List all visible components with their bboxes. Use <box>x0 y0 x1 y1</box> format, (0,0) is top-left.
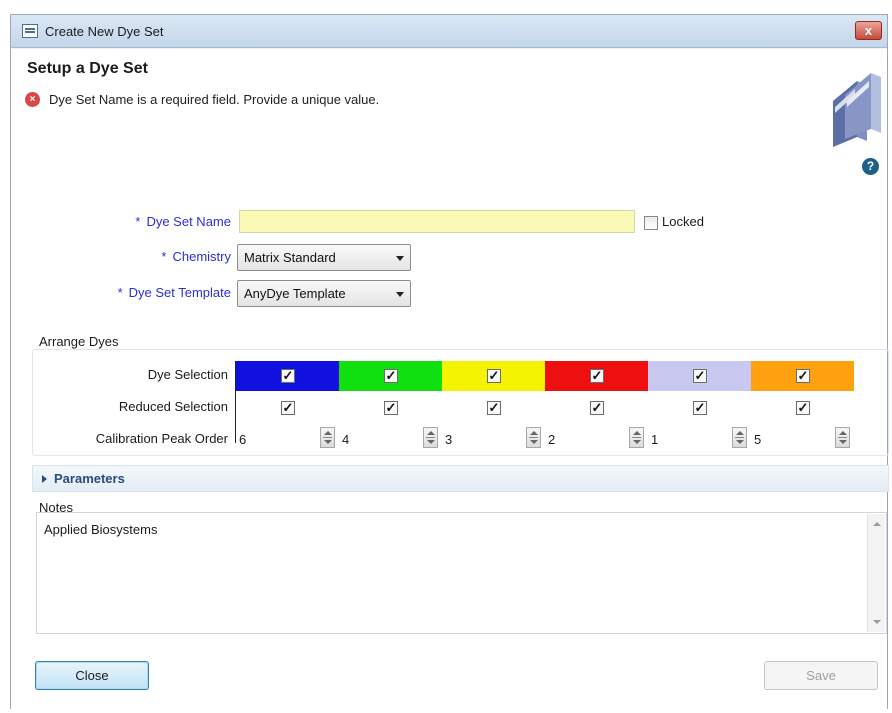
parameters-label: Parameters <box>54 471 125 486</box>
chemistry-value: Matrix Standard <box>244 250 336 265</box>
calibration-order-value[interactable]: 6 <box>239 432 246 447</box>
notes-scrollbar[interactable] <box>867 514 885 632</box>
dialog-content: Setup a Dye Set × Dye Set Name is a requ… <box>11 49 889 709</box>
order-spinner[interactable] <box>835 427 850 448</box>
notes-textarea[interactable]: Applied Biosystems <box>36 512 887 634</box>
chemistry-label: * Chemistry <box>161 249 231 264</box>
dye-selection-checkbox[interactable]: ✓ <box>384 369 398 383</box>
error-icon: × <box>25 92 40 107</box>
arrange-dyes-label: Arrange Dyes <box>39 334 119 349</box>
reduced-selection-checkbox[interactable]: ✓ <box>796 401 810 415</box>
reduced-selection-checkbox[interactable]: ✓ <box>590 401 604 415</box>
spinner-divider <box>426 437 435 438</box>
order-spinner[interactable] <box>732 427 747 448</box>
dye-selection-label: Dye Selection <box>147 367 228 382</box>
spinner-divider <box>632 437 641 438</box>
scroll-up-icon[interactable] <box>873 522 881 526</box>
help-icon[interactable]: ? <box>862 158 879 175</box>
calibration-order-value[interactable]: 5 <box>754 432 761 447</box>
parameters-expander[interactable]: Parameters <box>32 465 889 492</box>
order-spinner[interactable] <box>526 427 541 448</box>
dye-selection-checkbox[interactable]: ✓ <box>796 369 810 383</box>
chevron-down-icon <box>396 292 404 297</box>
chemistry-select[interactable]: Matrix Standard <box>237 244 411 271</box>
reduced-selection-checkbox[interactable]: ✓ <box>281 401 295 415</box>
window-close-icon[interactable]: x <box>855 21 882 40</box>
locked-checkbox[interactable] <box>644 216 658 230</box>
create-dye-set-dialog: Create New Dye Set x Setup a Dye Set × D… <box>10 14 889 709</box>
dye-selection-checkbox[interactable]: ✓ <box>590 369 604 383</box>
order-spinner[interactable] <box>423 427 438 448</box>
calibration-order-value[interactable]: 2 <box>548 432 555 447</box>
dye-selection-checkbox[interactable]: ✓ <box>487 369 501 383</box>
locked-label: Locked <box>662 214 704 229</box>
dye-set-name-input[interactable] <box>239 210 635 233</box>
order-spinner[interactable] <box>629 427 644 448</box>
window-title: Create New Dye Set <box>45 24 164 39</box>
dye-selection-checkbox[interactable]: ✓ <box>693 369 707 383</box>
calibration-peak-order-label: Calibration Peak Order <box>95 431 228 446</box>
page-title: Setup a Dye Set <box>27 60 148 77</box>
scroll-down-icon[interactable] <box>873 620 881 624</box>
calibration-order-value[interactable]: 3 <box>445 432 452 447</box>
error-message: Dye Set Name is a required field. Provid… <box>49 92 380 107</box>
spinner-divider <box>735 437 744 438</box>
chevron-right-icon <box>42 475 47 483</box>
reduced-selection-checkbox[interactable]: ✓ <box>693 401 707 415</box>
chevron-down-icon <box>396 256 404 261</box>
spinner-divider <box>323 437 332 438</box>
calibration-order-value[interactable]: 4 <box>342 432 349 447</box>
template-value: AnyDye Template <box>244 286 346 301</box>
spinner-divider <box>529 437 538 438</box>
dye-set-name-label: * Dye Set Name <box>135 214 231 229</box>
spinner-divider <box>838 437 847 438</box>
title-bar: Create New Dye Set x <box>11 15 887 48</box>
template-select[interactable]: AnyDye Template <box>237 280 411 307</box>
order-spinner[interactable] <box>320 427 335 448</box>
dye-selection-checkbox[interactable]: ✓ <box>281 369 295 383</box>
app-icon <box>22 24 38 38</box>
template-label: * Dye Set Template <box>117 285 231 300</box>
save-button[interactable]: Save <box>764 661 878 690</box>
reduced-selection-checkbox[interactable]: ✓ <box>487 401 501 415</box>
calibration-order-value[interactable]: 1 <box>651 432 658 447</box>
reduced-selection-checkbox[interactable]: ✓ <box>384 401 398 415</box>
close-button[interactable]: Close <box>35 661 149 690</box>
reduced-selection-label: Reduced Selection <box>118 399 228 414</box>
dye-set-logo-icon <box>833 73 881 147</box>
